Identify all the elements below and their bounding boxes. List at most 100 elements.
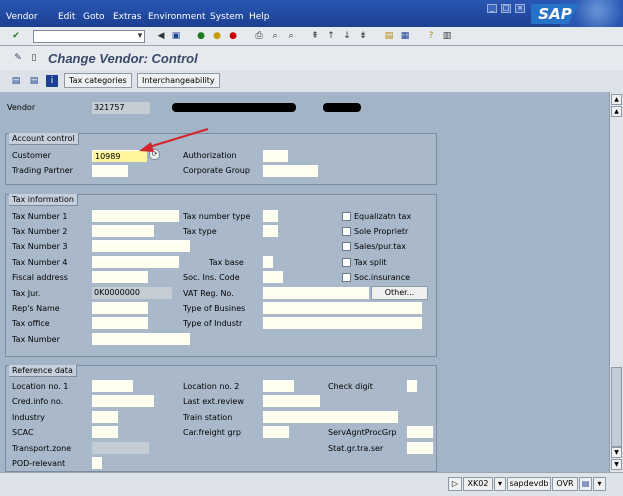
industry-label: Industry — [12, 413, 45, 422]
reference-data-group: Reference data Location no. 1 Cred.info … — [5, 365, 437, 472]
maximize-icon[interactable]: □ — [501, 4, 511, 13]
sales-pur-tax-checkbox[interactable] — [342, 242, 351, 251]
menu-vendor[interactable]: Vendor — [6, 12, 38, 22]
menu-help[interactable]: Help — [249, 12, 270, 22]
exit-icon[interactable]: ● — [211, 30, 223, 42]
car-freight-grp-field[interactable] — [263, 426, 289, 438]
tax-number-type-field[interactable] — [263, 210, 278, 222]
industry-field[interactable] — [92, 411, 118, 423]
tax-information-group: Tax information Tax Number 1 Tax Number … — [5, 194, 437, 357]
soc-insurance-checkbox[interactable] — [342, 273, 351, 282]
tax-split-checkbox[interactable] — [342, 258, 351, 267]
info-icon[interactable]: i — [46, 75, 58, 87]
previous-page-icon[interactable]: ↑ — [325, 30, 337, 42]
find-icon[interactable]: ⌕ — [269, 30, 281, 42]
scroll-up-icon[interactable]: ▲ — [611, 94, 622, 105]
tax-number-4-label: Tax Number 4 — [12, 258, 68, 267]
tax-number-2-field[interactable] — [92, 225, 154, 237]
enter-icon[interactable]: ✔ — [10, 30, 22, 42]
interchangeability-button[interactable]: Interchangeability — [137, 73, 220, 88]
trading-partner-label: Trading Partner — [12, 166, 73, 175]
last-ext-review-field[interactable] — [263, 395, 320, 407]
reps-name-field[interactable] — [92, 302, 148, 314]
back-icon[interactable]: ● — [195, 30, 207, 42]
reps-name-label: Rep's Name — [12, 304, 60, 313]
shortcut-icon[interactable]: ▦ — [399, 30, 411, 42]
scac-label: SCAC — [12, 428, 34, 437]
cred-info-no-field[interactable] — [92, 395, 154, 407]
trading-partner-field[interactable] — [92, 165, 128, 177]
administrative-data-icon[interactable]: ▤ — [28, 75, 40, 87]
other-button[interactable]: Other... — [371, 286, 428, 300]
menu-system[interactable]: System — [210, 12, 244, 22]
stat-gr-tra-ser-field[interactable] — [407, 442, 433, 454]
close-icon[interactable]: × — [515, 4, 525, 13]
other-object-icon[interactable]: ▯ — [28, 52, 40, 64]
lock-icon[interactable]: ▤ — [579, 477, 592, 491]
train-station-field[interactable] — [263, 411, 398, 423]
status-toggle-icon[interactable]: ▷ — [448, 477, 462, 491]
tax-number-field[interactable] — [92, 333, 190, 345]
scroll-thumb[interactable] — [611, 367, 622, 447]
tax-base-field[interactable] — [263, 256, 273, 268]
tax-number-4-field[interactable] — [92, 256, 179, 268]
next-page-icon[interactable]: ↓ — [341, 30, 353, 42]
tax-number-3-field[interactable] — [92, 240, 190, 252]
location-no-1-field[interactable] — [92, 380, 133, 392]
fiscal-address-label: Fiscal address — [12, 273, 68, 282]
equalization-tax-checkbox[interactable] — [342, 212, 351, 221]
tax-number-label: Tax Number — [12, 335, 60, 344]
back-arrow-icon[interactable]: ◀ — [155, 30, 167, 42]
menu-goto[interactable]: Goto — [83, 12, 105, 22]
pod-relevant-field[interactable] — [92, 457, 102, 469]
pod-relevant-label: POD-relevant — [12, 459, 66, 468]
scroll-page-up-icon[interactable]: ▲ — [611, 106, 622, 117]
fiscal-address-field[interactable] — [92, 271, 148, 283]
vertical-scrollbar[interactable]: ▲ ▲ ▼ ▼ — [609, 92, 623, 472]
type-of-business-field[interactable] — [263, 302, 422, 314]
tax-categories-button[interactable]: Tax categories — [64, 73, 132, 88]
tax-information-title: Tax information — [9, 194, 78, 206]
application-toolbar: ▤ ▤ i Tax categories Interchangeability — [0, 70, 623, 92]
type-of-business-label: Type of Busines — [183, 304, 246, 313]
command-history-icon[interactable]: ▾ — [134, 30, 146, 42]
help-icon[interactable]: ? — [425, 30, 437, 42]
system-info-icon[interactable]: ▾ — [494, 477, 506, 491]
minimize-icon[interactable]: _ — [487, 4, 497, 13]
menu-edit[interactable]: Edit — [58, 12, 75, 22]
menu-extras[interactable]: Extras — [113, 12, 141, 22]
new-session-icon[interactable]: ▤ — [383, 30, 395, 42]
tax-number-1-field[interactable] — [92, 210, 179, 222]
display-change-icon[interactable]: ✎ — [12, 52, 24, 64]
find-next-icon[interactable]: ⌕ — [285, 30, 297, 42]
cancel-icon[interactable]: ● — [227, 30, 239, 42]
scroll-down-icon[interactable]: ▼ — [611, 459, 622, 470]
last-page-icon[interactable]: ⇟ — [357, 30, 369, 42]
save-icon[interactable]: ▣ — [170, 30, 182, 42]
scac-field[interactable] — [92, 426, 118, 438]
command-field[interactable] — [33, 30, 145, 43]
page-title: Change Vendor: Control — [48, 51, 198, 66]
authorization-field[interactable] — [263, 150, 288, 162]
first-page-icon[interactable]: ⇞ — [309, 30, 321, 42]
options-icon[interactable]: ▾ — [593, 477, 606, 491]
layout-menu-icon[interactable]: ▥ — [441, 30, 453, 42]
sole-proprietor-label: Sole Proprietr — [354, 227, 409, 236]
serv-agnt-proc-grp-field[interactable] — [407, 426, 433, 438]
corporate-group-field[interactable] — [263, 165, 318, 177]
tax-number-3-label: Tax Number 3 — [12, 242, 68, 251]
vendor-field: 321757 — [92, 102, 150, 114]
vat-reg-no-field[interactable] — [263, 287, 369, 299]
type-of-industry-field[interactable] — [263, 317, 422, 329]
menu-environment[interactable]: Environment — [148, 12, 205, 22]
print-icon[interactable]: ⎙ — [253, 30, 265, 42]
location-no-2-field[interactable] — [263, 380, 294, 392]
tax-type-field[interactable] — [263, 225, 278, 237]
scroll-page-down-icon[interactable]: ▼ — [611, 447, 622, 458]
print-preview-icon[interactable]: ▤ — [10, 75, 22, 87]
check-digit-field[interactable] — [407, 380, 417, 392]
tax-office-field[interactable] — [92, 317, 148, 329]
tax-number-type-label: Tax number type — [183, 212, 251, 221]
sole-proprietor-checkbox[interactable] — [342, 227, 351, 236]
soc-ins-code-field[interactable] — [263, 271, 283, 283]
